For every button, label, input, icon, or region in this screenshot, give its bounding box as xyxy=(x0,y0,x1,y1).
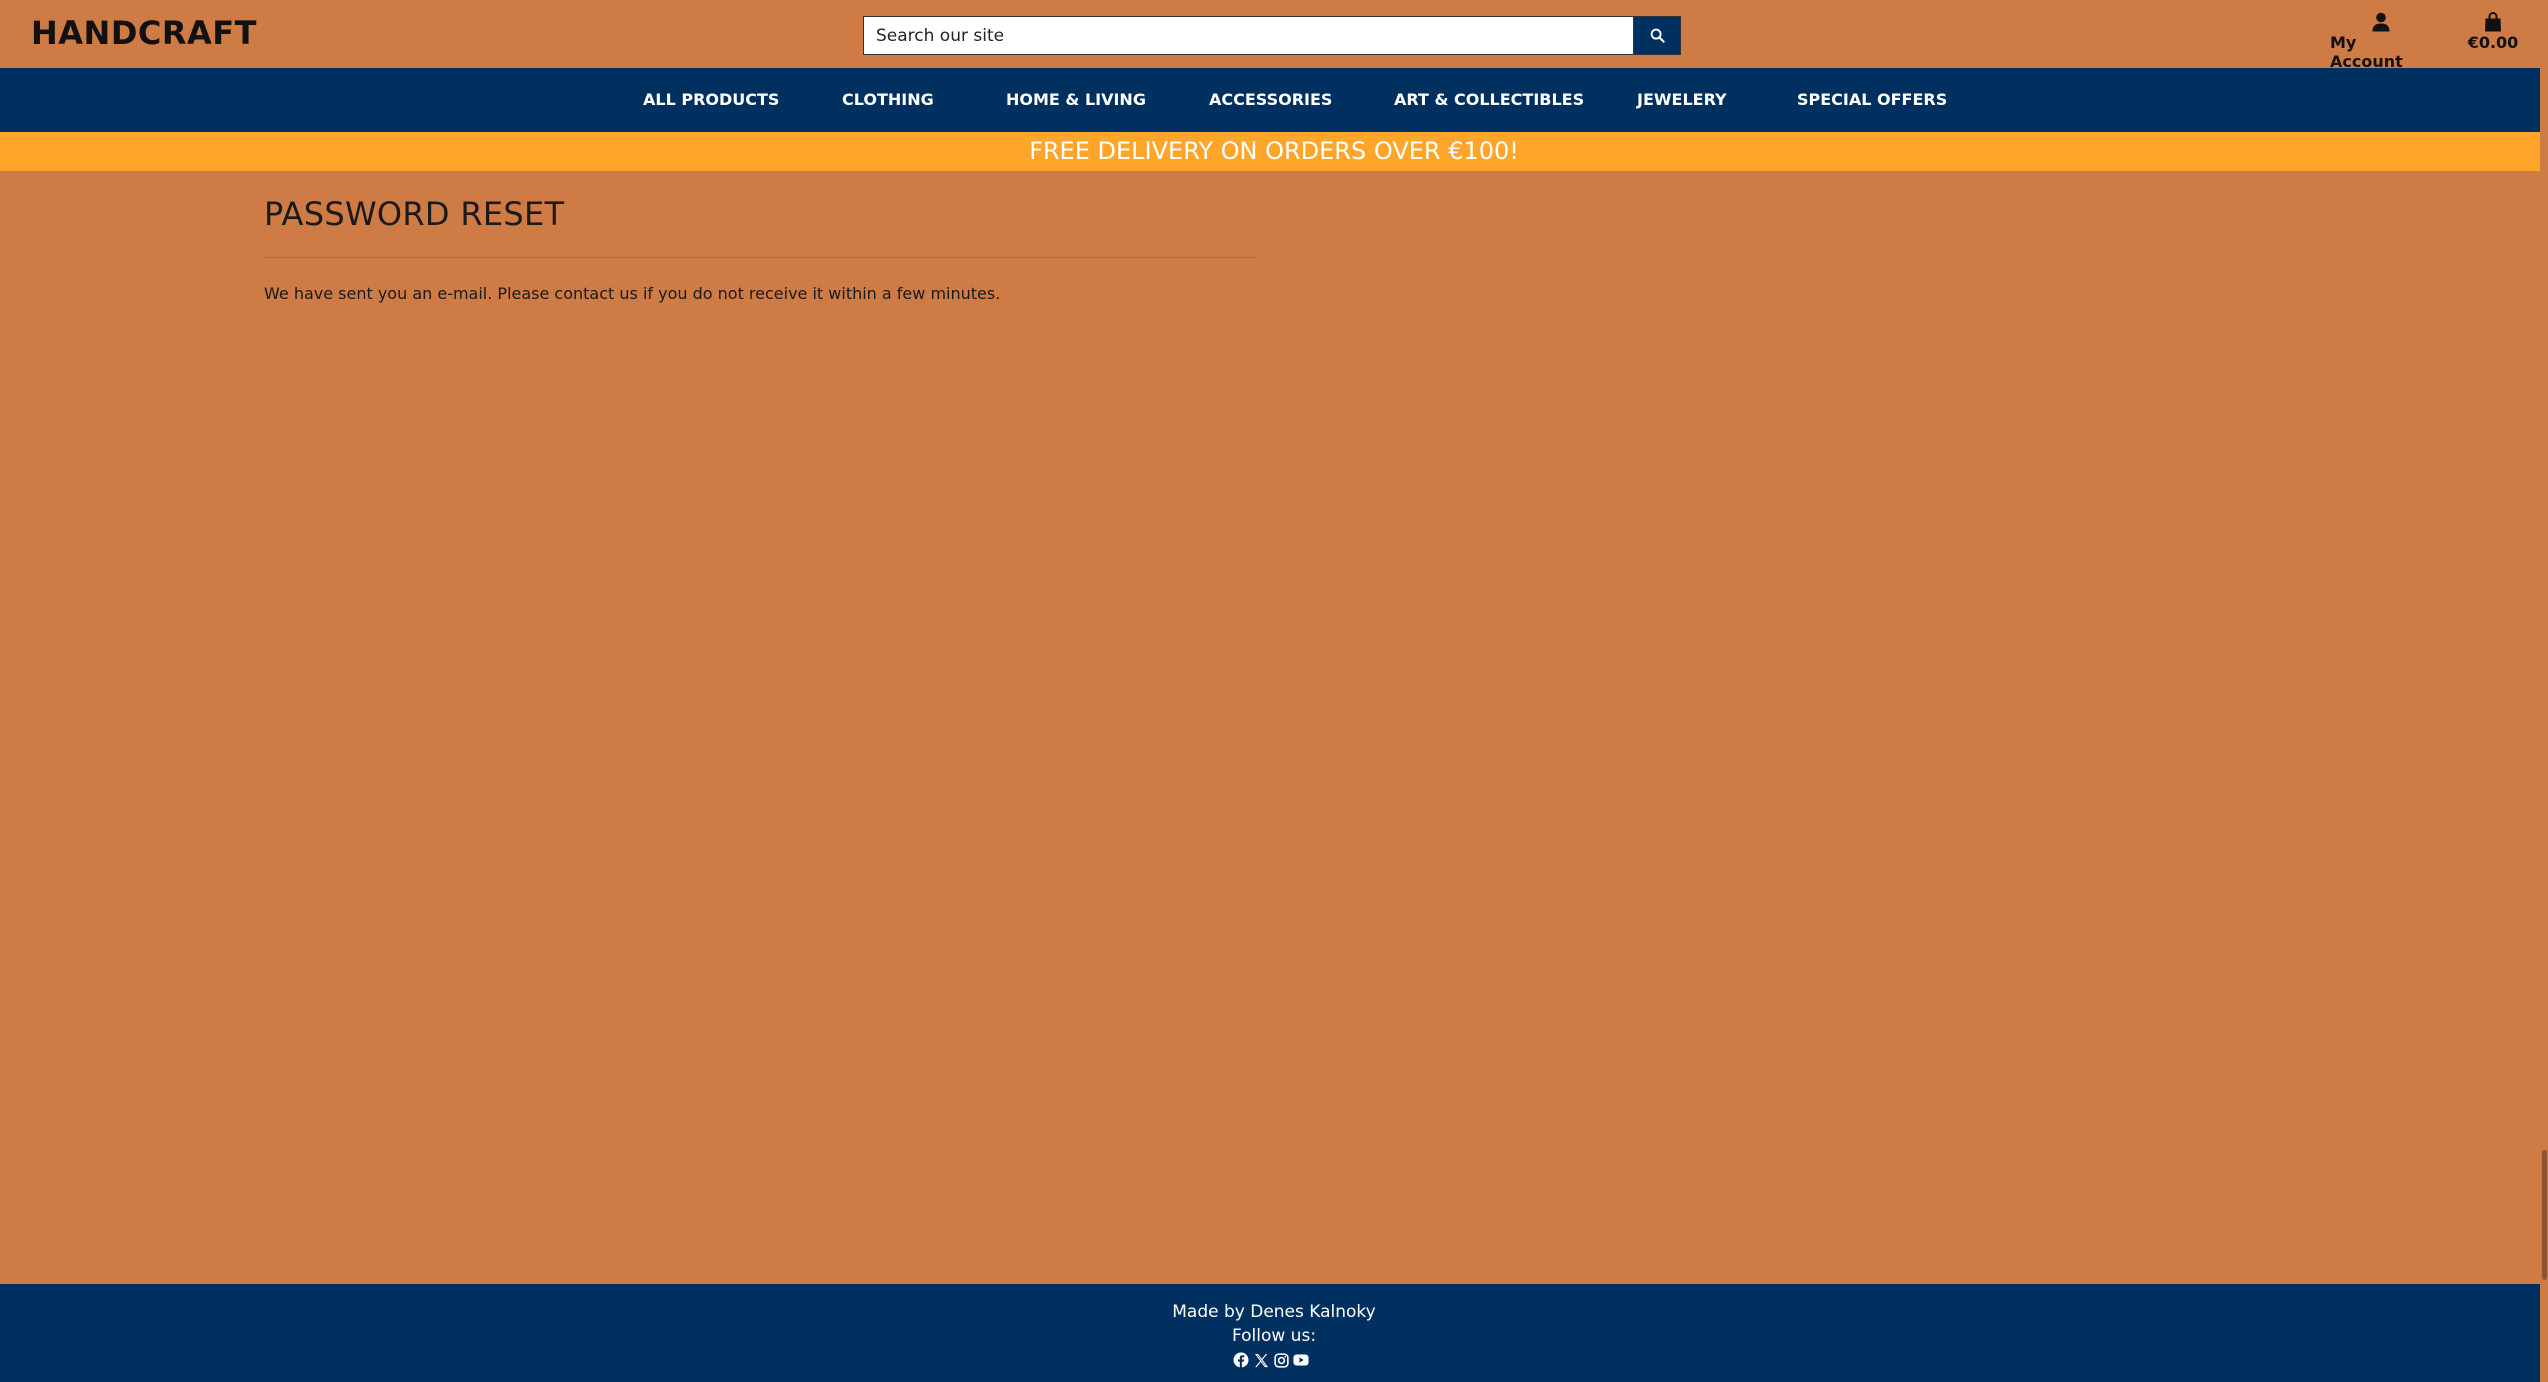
main-content: PASSWORD RESET We have sent you an e-mai… xyxy=(264,171,1256,303)
nav-item-special-offers[interactable]: SPECIAL OFFERS xyxy=(1797,68,1947,132)
bag-total: €0.00 xyxy=(2467,33,2519,52)
shopping-bag-link[interactable]: €0.00 xyxy=(2468,12,2518,52)
site-footer: Made by Denes Kalnoky Follow us: xyxy=(0,1284,2548,1382)
instagram-link[interactable] xyxy=(1273,1352,1289,1368)
nav-item-art-collectibles[interactable]: ART & COLLECTIBLES xyxy=(1394,68,1584,132)
youtube-icon xyxy=(1293,1354,1309,1366)
footer-credit: Made by Denes Kalnoky xyxy=(1172,1302,1376,1322)
brand-logo[interactable]: HANDCRAFT xyxy=(31,14,257,52)
youtube-link[interactable] xyxy=(1293,1352,1309,1368)
nav-item-all-products[interactable]: ALL PRODUCTS xyxy=(643,68,779,132)
main-navigation: ALL PRODUCTS CLOTHING HOME & LIVING ACCE… xyxy=(0,68,2548,132)
my-account-label: My Account xyxy=(2330,33,2403,71)
page-title: PASSWORD RESET xyxy=(264,195,565,233)
my-account-link[interactable]: My Account xyxy=(2330,12,2432,71)
search-icon xyxy=(1650,28,1665,43)
x-icon xyxy=(1254,1353,1268,1367)
page-scrollbar[interactable] xyxy=(2540,0,2548,1382)
facebook-link[interactable] xyxy=(1233,1352,1249,1368)
facebook-icon xyxy=(1233,1352,1249,1368)
footer-follow-label: Follow us: xyxy=(1231,1326,1317,1346)
x-link[interactable] xyxy=(1253,1352,1269,1368)
nav-item-clothing[interactable]: CLOTHING xyxy=(842,68,934,132)
nav-item-accessories[interactable]: ACCESSORIES xyxy=(1209,68,1332,132)
page: HANDCRAFT My Account €0.00 xyxy=(0,0,2548,1382)
scrollbar-thumb[interactable] xyxy=(2542,1150,2547,1280)
search-input[interactable] xyxy=(863,16,1633,55)
user-icon xyxy=(2372,12,2390,32)
search-button[interactable] xyxy=(1633,16,1681,55)
title-divider xyxy=(264,257,1256,258)
delivery-banner: FREE DELIVERY ON ORDERS OVER €100! xyxy=(0,132,2548,171)
nav-item-jewelery[interactable]: JEWELERY xyxy=(1637,68,1727,132)
site-header: HANDCRAFT My Account €0.00 xyxy=(0,0,2548,71)
confirmation-message: We have sent you an e-mail. Please conta… xyxy=(264,284,1001,303)
search-form xyxy=(863,16,1681,55)
shopping-bag-icon xyxy=(2485,12,2501,32)
nav-item-home-living[interactable]: HOME & LIVING xyxy=(1006,68,1146,132)
instagram-icon xyxy=(1273,1352,1289,1368)
social-links xyxy=(1233,1352,1309,1368)
